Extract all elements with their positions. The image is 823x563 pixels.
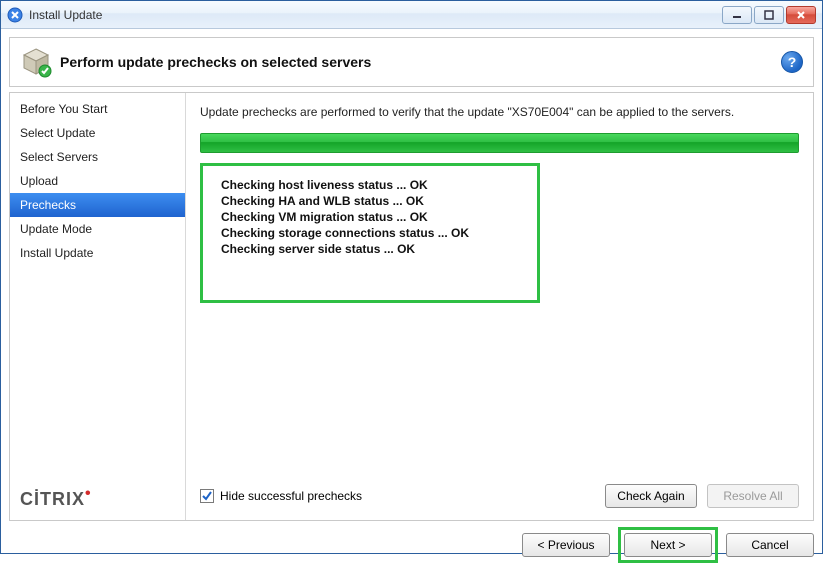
sidebar-item-label: Select Servers [20, 150, 98, 164]
hide-prechecks-checkbox-wrap[interactable]: Hide successful prechecks [200, 489, 595, 503]
wizard-sidebar: Before You Start Select Update Select Se… [10, 93, 186, 520]
previous-button[interactable]: < Previous [522, 533, 610, 557]
check-again-button[interactable]: Check Again [605, 484, 697, 508]
progress-bar [200, 133, 799, 153]
resolve-all-button: Resolve All [707, 484, 799, 508]
page-title: Perform update prechecks on selected ser… [60, 54, 781, 70]
sidebar-item-install-update[interactable]: Install Update [10, 241, 185, 265]
close-button[interactable] [786, 6, 816, 24]
window-title: Install Update [29, 8, 722, 22]
package-icon [20, 46, 52, 78]
sidebar-item-label: Before You Start [20, 102, 107, 116]
results-area: Checking host liveness status ... OK Che… [200, 163, 799, 484]
precheck-line: Checking server side status ... OK [221, 242, 519, 256]
sidebar-item-select-servers[interactable]: Select Servers [10, 145, 185, 169]
precheck-line: Checking storage connections status ... … [221, 226, 519, 240]
sidebar-item-label: Install Update [20, 246, 93, 260]
maximize-button[interactable] [754, 6, 784, 24]
sidebar-item-before-you-start[interactable]: Before You Start [10, 97, 185, 121]
header-panel: Perform update prechecks on selected ser… [9, 37, 814, 87]
help-icon[interactable]: ? [781, 51, 803, 73]
controls-row: Hide successful prechecks Check Again Re… [200, 484, 799, 508]
precheck-line: Checking VM migration status ... OK [221, 210, 519, 224]
sidebar-item-label: Update Mode [20, 222, 92, 236]
app-icon [7, 7, 23, 23]
checkbox-icon [200, 489, 214, 503]
brand-logo: CİTRIX• [10, 479, 185, 520]
sidebar-item-upload[interactable]: Upload [10, 169, 185, 193]
sidebar-item-label: Select Update [20, 126, 95, 140]
precheck-line: Checking host liveness status ... OK [221, 178, 519, 192]
precheck-line: Checking HA and WLB status ... OK [221, 194, 519, 208]
hide-prechecks-label: Hide successful prechecks [220, 489, 362, 503]
next-button-highlight: Next > [618, 527, 718, 563]
titlebar: Install Update [1, 1, 822, 29]
body: Before You Start Select Update Select Se… [9, 92, 814, 521]
precheck-results: Checking host liveness status ... OK Che… [200, 163, 540, 303]
minimize-button[interactable] [722, 6, 752, 24]
sidebar-item-label: Upload [20, 174, 58, 188]
description-text: Update prechecks are performed to verify… [200, 105, 799, 119]
next-button[interactable]: Next > [624, 533, 712, 557]
cancel-button[interactable]: Cancel [726, 533, 814, 557]
window-controls [722, 6, 816, 24]
sidebar-item-update-mode[interactable]: Update Mode [10, 217, 185, 241]
sidebar-item-prechecks[interactable]: Prechecks [10, 193, 185, 217]
main-content: Update prechecks are performed to verify… [186, 93, 813, 520]
sidebar-item-label: Prechecks [20, 198, 76, 212]
sidebar-item-select-update[interactable]: Select Update [10, 121, 185, 145]
wizard-steps-list: Before You Start Select Update Select Se… [10, 93, 185, 479]
wizard-footer: < Previous Next > Cancel [9, 527, 814, 563]
